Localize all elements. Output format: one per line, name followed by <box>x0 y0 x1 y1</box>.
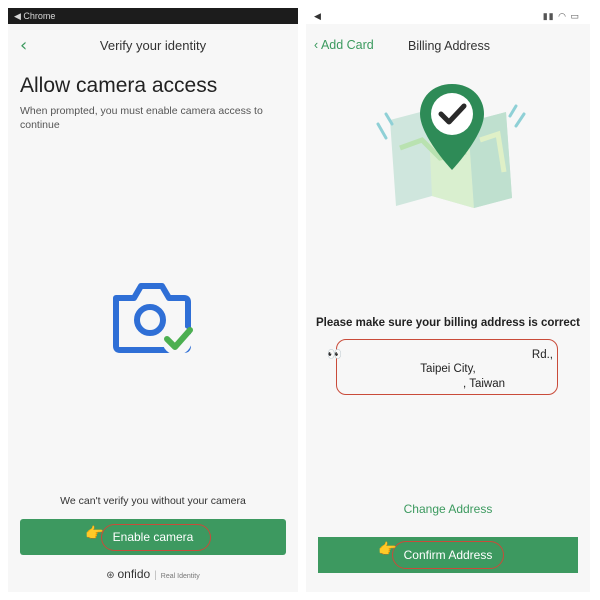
map-pin-check-icon <box>376 84 526 208</box>
brand-tagline: Real Identity <box>160 573 200 580</box>
instructions-text: When prompted, you must enable camera ac… <box>20 105 263 131</box>
annotation-circle <box>392 541 504 569</box>
address-line-3: , Taiwan <box>463 378 505 390</box>
status-back-to-app[interactable]: ◀ Chrome <box>14 11 55 21</box>
status-bar: ◀ ▮▮ ◠ ▭ <box>306 8 590 24</box>
confirm-instruction: Please make sure your billing address is… <box>316 317 580 329</box>
onfido-logo-icon: ⊛ <box>106 570 115 581</box>
add-card-back-button[interactable]: ‹ Add Card <box>314 38 374 52</box>
pointing-hand-icon: 👉 <box>85 524 104 542</box>
annotation-circle <box>101 524 211 551</box>
brand-name: onfido <box>117 567 151 581</box>
verify-identity-screen: ◀ Chrome ‹ Verify your identity Allow ca… <box>8 8 298 592</box>
billing-address-screen: ◀ ▮▮ ◠ ▭ ‹ Add Card Billing Address Plea… <box>306 8 590 592</box>
address-box: 👀 Rd., Taipei City, , Taiwan <box>327 339 558 395</box>
onfido-footer: ⊛ onfido | Real Identity <box>106 567 200 581</box>
heading: Allow camera access <box>20 74 218 97</box>
status-bar: ◀ Chrome <box>8 8 298 24</box>
status-back-to-app[interactable]: ◀ <box>314 11 321 21</box>
camera-warning: We can't verify you without your camera <box>60 495 246 507</box>
signal-wifi-icon: ▮▮ ◠ ▭ <box>542 11 580 21</box>
nav-bar: ‹ Verify your identity <box>8 30 298 62</box>
page-title: Verify your identity <box>99 38 207 53</box>
address-line-2: Taipei City, <box>420 363 476 375</box>
change-address-link[interactable]: Change Address <box>306 502 590 516</box>
nav-bar: ‹ Add Card Billing Address <box>306 30 590 62</box>
camera-check-icon <box>113 283 193 355</box>
address-line-1: Rd., <box>531 349 553 361</box>
pointing-hand-icon: 👉 <box>378 540 397 558</box>
page-title: Billing Address <box>408 39 490 53</box>
comparison-frame: ◀ Chrome ‹ Verify your identity Allow ca… <box>0 0 600 600</box>
